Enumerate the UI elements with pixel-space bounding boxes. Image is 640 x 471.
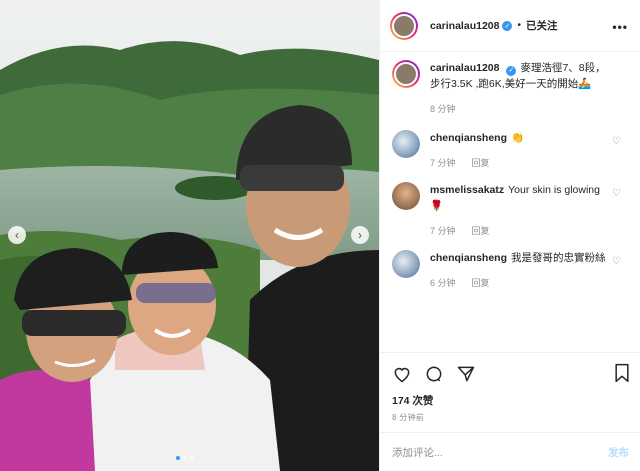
comment-item: chenqiansheng 我是發哥的忠實粉絲 6 分钟 回复 ♡ (380, 250, 640, 318)
bookmark-icon[interactable] (613, 363, 631, 383)
comment-time: 6 分钟 (430, 278, 456, 288)
reply-button[interactable]: 回复 (472, 158, 490, 168)
post-timestamp: 8 分钟前 (392, 413, 425, 422)
slide-indicator (176, 456, 194, 460)
more-options-icon[interactable]: ••• (612, 20, 628, 34)
share-icon[interactable] (456, 364, 476, 384)
comment-meta: 6 分钟 回复 (430, 276, 613, 289)
comment-input[interactable]: 添加评论... (392, 445, 608, 460)
like-count[interactable]: 174 次赞 (392, 393, 629, 408)
commenter-avatar[interactable] (392, 250, 420, 278)
photo-image (0, 0, 379, 471)
follow-status-button[interactable]: 已关注 (526, 18, 558, 33)
header-separator: • (517, 20, 521, 31)
verified-badge-icon: ✓ (506, 66, 517, 76)
comment-body: 我是發哥的忠實粉絲 (511, 252, 606, 264)
caption-username[interactable]: carinalau1208 (430, 62, 499, 74)
post-photo[interactable]: ‹ › (0, 0, 379, 471)
comment-meta: 7 分钟 回复 (430, 156, 613, 169)
comment-item: chenqiansheng 👏 7 分钟 回复 ♡ (380, 130, 640, 182)
comment-heart-icon[interactable]: ♡ (612, 256, 621, 267)
caption-time: 8 分钟 (430, 104, 456, 114)
post-comment-button[interactable]: 发布 (608, 445, 629, 460)
comment-time: 7 分钟 (430, 158, 456, 168)
slide-dot (190, 456, 194, 460)
comment-icon[interactable] (424, 364, 444, 384)
post-side-panel: carinalau1208 ✓ • 已关注 ••• carinalau1208 ✓… (379, 0, 640, 471)
author-avatar[interactable] (392, 60, 420, 88)
caption-meta: 8 分钟 (430, 102, 613, 115)
comment-item: msmelissakatz Your skin is glowing 🌹 7 分钟… (380, 182, 640, 250)
comment-meta: 7 分钟 回复 (430, 224, 613, 237)
comment-composer: 添加评论... 发布 (380, 432, 640, 471)
comment-text: chenqiansheng 我是發哥的忠實粉絲 (430, 250, 613, 266)
reply-button[interactable]: 回复 (472, 226, 490, 236)
previous-slide-button[interactable]: ‹ (8, 226, 26, 244)
verified-badge-icon: ✓ (502, 20, 513, 31)
comment-list: carinalau1208 ✓ 麥理浩徑7、8段，步行3.5K ,跑6K,美好一天的… (380, 60, 640, 318)
slide-dot-active (176, 456, 180, 460)
author-avatar[interactable] (390, 11, 418, 40)
reply-button[interactable]: 回复 (472, 278, 490, 288)
comment-username[interactable]: msmelissakatz (430, 184, 504, 196)
comment-username[interactable]: chenqiansheng (430, 252, 507, 264)
caption-text: carinalau1208 ✓ 麥理浩徑7、8段，步行3.5K ,跑6K,美好一天的… (430, 60, 613, 92)
post-actions: 174 次赞 8 分钟前 (380, 352, 640, 423)
slide-dot (183, 456, 187, 460)
comment-heart-icon[interactable]: ♡ (612, 136, 621, 147)
author-username[interactable]: carinalau1208 (430, 20, 499, 32)
comment-text: chenqiansheng 👏 (430, 130, 613, 146)
comment-body: 👏 (511, 132, 525, 144)
comment-heart-icon[interactable]: ♡ (612, 188, 621, 199)
comment-text: msmelissakatz Your skin is glowing 🌹 (430, 182, 613, 214)
caption-row: carinalau1208 ✓ 麥理浩徑7、8段，步行3.5K ,跑6K,美好一天的… (380, 60, 640, 130)
comment-username[interactable]: chenqiansheng (430, 132, 507, 144)
commenter-avatar[interactable] (392, 182, 420, 210)
comment-time: 7 分钟 (430, 226, 456, 236)
heart-icon[interactable] (392, 364, 412, 384)
next-slide-button[interactable]: › (351, 226, 369, 244)
commenter-avatar[interactable] (392, 130, 420, 158)
post-header: carinalau1208 ✓ • 已关注 ••• (380, 0, 640, 52)
